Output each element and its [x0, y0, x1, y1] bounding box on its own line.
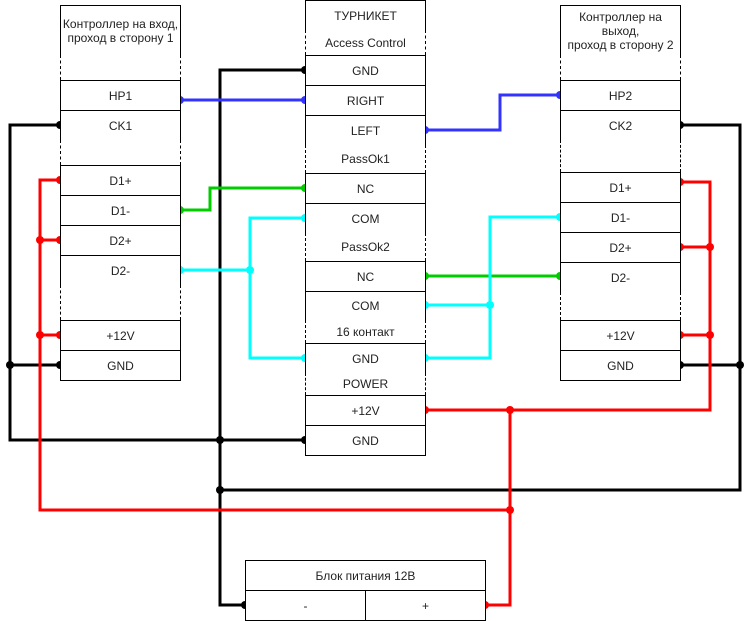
- pin-left: LEFT: [305, 115, 426, 146]
- pin-gnd: GND: [560, 350, 681, 381]
- pin-com1: COM: [305, 203, 426, 234]
- power-supply-title: Блок питания 12В: [245, 560, 486, 591]
- group-16-contact: 16 контакт: [305, 320, 426, 343]
- spacer: [60, 285, 181, 320]
- power-supply-minus: -: [245, 590, 366, 621]
- right-controller-title: Контроллер на выход, проход в сторону 2: [560, 5, 681, 56]
- pin-gnd: GND: [305, 55, 426, 86]
- spacer: [60, 140, 181, 165]
- pin-12v: +12V: [560, 320, 681, 351]
- spacer: [560, 140, 681, 172]
- pin-gnd-16: GND: [305, 343, 426, 374]
- pin-hp1: HP1: [60, 80, 181, 111]
- pin-power-12v: +12V: [305, 395, 426, 426]
- group-passok2: PassOk2: [305, 233, 426, 261]
- turnstile-title: ТУРНИКЕТ: [305, 0, 426, 31]
- pin-com2: COM: [305, 291, 426, 321]
- spacer: [560, 292, 681, 320]
- pin-power-gnd: GND: [305, 425, 426, 456]
- group-power: POWER: [305, 373, 426, 395]
- pin-d2-minus: D2-: [560, 262, 681, 293]
- pin-d2-plus: D2+: [60, 225, 181, 256]
- pin-right: RIGHT: [305, 85, 426, 116]
- pin-d1-plus: D1+: [560, 172, 681, 203]
- pin-gnd: GND: [60, 350, 181, 381]
- pin-d2-minus: D2-: [60, 255, 181, 286]
- pin-d2-plus: D2+: [560, 232, 681, 263]
- pin-hp2: HP2: [560, 80, 681, 111]
- pin-ck2: CK2: [560, 110, 681, 141]
- left-controller-title: Контроллер на вход, проход в сторону 1: [60, 5, 181, 56]
- pin-d1-plus: D1+: [60, 165, 181, 196]
- turnstile-subtitle: Access Control: [305, 30, 426, 55]
- pin-d1-minus: D1-: [60, 195, 181, 226]
- power-supply-plus: +: [365, 590, 486, 621]
- pin-nc2: NC: [305, 261, 426, 292]
- pin-nc1: NC: [305, 173, 426, 204]
- pin-d1-minus: D1-: [560, 202, 681, 233]
- group-passok1: PassOk1: [305, 145, 426, 173]
- pin-12v: +12V: [60, 320, 181, 351]
- pin-ck1: CK1: [60, 110, 181, 141]
- spacer: [60, 55, 181, 80]
- spacer: [560, 55, 681, 80]
